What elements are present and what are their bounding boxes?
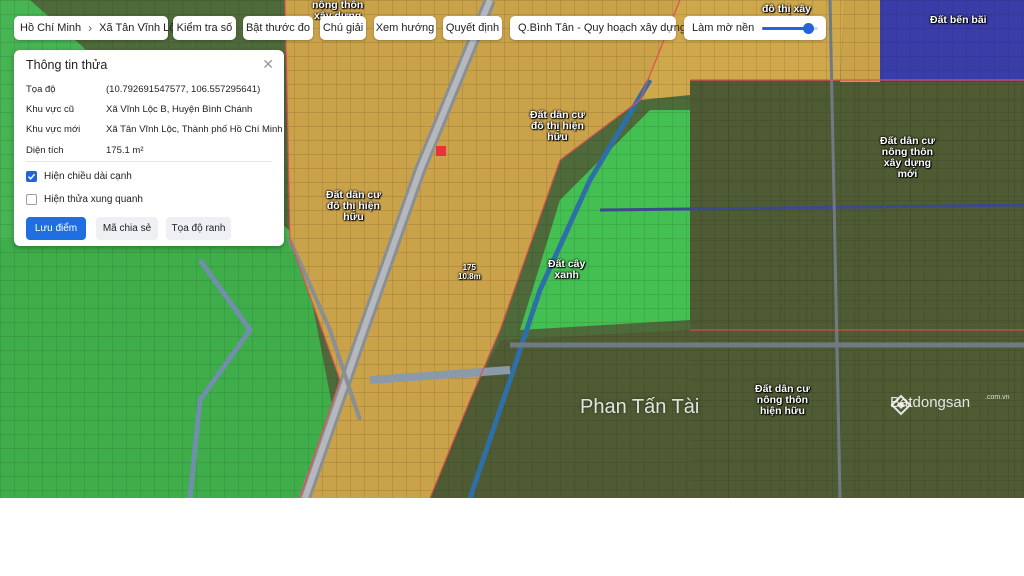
- breadcrumb-city[interactable]: Hồ Chí Minh: [20, 22, 81, 34]
- watermark-name: Phan Tấn Tài: [580, 396, 700, 418]
- breadcrumb-commune[interactable]: Xã Tân Vĩnh Lộc: [99, 22, 181, 34]
- parcel-grid-rural: [690, 80, 1024, 498]
- breadcrumb: Hồ Chí Minh › Xã Tân Vĩnh Lộc: [14, 16, 181, 40]
- field-key: Khu vực cũ: [26, 104, 75, 115]
- field-key: Diện tích: [26, 145, 64, 156]
- field-row-coordinates: Tọa độ (10.792691547577, 106.557295641): [26, 84, 260, 95]
- decision-button[interactable]: Quyết định: [443, 16, 502, 40]
- save-point-button[interactable]: Lưu điểm: [26, 217, 86, 240]
- share-code-button[interactable]: Mã chia sẻ: [96, 217, 158, 240]
- field-key: Tọa độ: [26, 84, 56, 95]
- legend-button[interactable]: Chú giải: [320, 16, 366, 40]
- field-value: Xã Tân Vĩnh Lộc, Thành phố Hồ Chí Minh: [106, 124, 283, 135]
- field-row-old-area: Khu vực cũ Xã Vĩnh Lộc B, Huyện Bình Chán…: [26, 104, 252, 115]
- close-icon[interactable]: ✕: [262, 56, 274, 73]
- zone-label-rural-existing: Đất dân cư nông thôn hiện hữu: [755, 383, 810, 417]
- panel-title: Thông tin thửa: [26, 58, 108, 72]
- panel-divider: [26, 161, 272, 162]
- zone-label-rural-new: Đất dân cư nông thôn xây dựng mới: [880, 135, 935, 180]
- check-number-button[interactable]: Kiểm tra số: [173, 16, 236, 40]
- checkbox-checked[interactable]: [26, 171, 37, 182]
- chevron-right-icon: ›: [88, 21, 93, 35]
- brand-domain: .com.vn: [985, 394, 1010, 401]
- boundary-coords-button[interactable]: Tọa độ ranh: [166, 217, 231, 240]
- field-value: Xã Vĩnh Lộc B, Huyện Bình Chánh: [106, 104, 253, 115]
- view-direction-button[interactable]: Xem hướng: [374, 16, 436, 40]
- field-key: Khu vực mới: [26, 124, 81, 135]
- blur-slider-fill: [762, 26, 808, 30]
- zone-label-port: Đất bến bãi: [930, 14, 987, 26]
- batdongsan-logo-icon: [890, 394, 912, 416]
- field-row-area: Diện tích 175.1 m²: [26, 145, 144, 156]
- field-value: (10.792691547577, 106.557295641): [106, 84, 261, 95]
- show-edge-length-checkbox-row[interactable]: Hiện chiều dài cạnh: [26, 171, 132, 182]
- blur-slider-thumb[interactable]: [802, 22, 814, 34]
- blur-slider-track[interactable]: [762, 22, 818, 34]
- check-icon: [27, 173, 36, 180]
- field-row-new-area: Khu vực mới Xã Tân Vĩnh Lộc, Thành phố Hồ…: [26, 124, 283, 135]
- parcel-dimension-label: 175 10.8m: [458, 263, 481, 281]
- checkbox-unchecked[interactable]: [26, 194, 37, 205]
- measure-toggle-button[interactable]: Bật thước đo: [243, 16, 313, 40]
- checkbox-label: Hiện chiều dài cạnh: [44, 171, 132, 182]
- zone-label-urban-existing-left: Đất dân cư đô thị hiện hữu: [326, 189, 381, 223]
- zone-label-urban-construction: đô thị xây: [762, 3, 812, 15]
- parcel-info-panel: Thông tin thửa ✕ Tọa độ (10.792691547577,…: [14, 50, 284, 246]
- checkbox-label: Hiện thửa xung quanh: [44, 194, 143, 205]
- selected-parcel[interactable]: [436, 146, 446, 156]
- zone-label-green-trees: Đất cây xanh: [548, 258, 586, 281]
- layer-select[interactable]: Q.Bình Tân - Quy hoạch xây dựng: [510, 16, 686, 40]
- layer-select-value: Q.Bình Tân - Quy hoạch xây dựng: [518, 22, 686, 34]
- blur-slider-label: Làm mờ nền: [692, 22, 755, 34]
- zone-label-urban-existing-right: Đất dân cư đô thị hiện hữu: [530, 109, 585, 143]
- show-surrounding-checkbox-row[interactable]: Hiện thửa xung quanh: [26, 194, 143, 205]
- blur-slider-control: Làm mờ nền: [684, 16, 826, 40]
- brand-logo: Batdongsan: [890, 394, 970, 416]
- field-value: 175.1 m²: [106, 145, 144, 156]
